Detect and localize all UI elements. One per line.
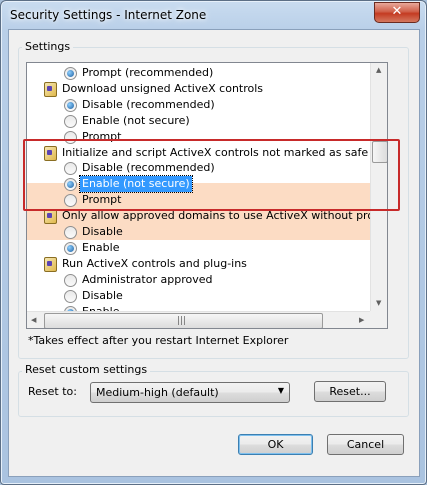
setting-category: Download unsigned ActiveX controls <box>27 81 370 97</box>
setting-option[interactable]: Prompt (recommended) <box>27 65 370 81</box>
setting-category-label: Run ActiveX controls and plug-ins <box>62 256 247 270</box>
cancel-button-label: Cancel <box>346 438 385 451</box>
setting-option[interactable]: Administrator approved <box>27 272 370 288</box>
restart-note: *Takes effect after you restart Internet… <box>28 334 289 347</box>
reset-button-label: Reset... <box>329 385 371 398</box>
title-bar[interactable]: Security Settings - Internet Zone ✕ <box>1 1 426 29</box>
radio-button[interactable] <box>64 114 77 128</box>
reset-button[interactable]: Reset... <box>314 381 386 402</box>
ok-button[interactable]: OK <box>238 434 313 455</box>
scrollbar-corner <box>370 311 387 328</box>
setting-option-label: Enable <box>82 240 120 254</box>
setting-option-label: Disable (recommended) <box>82 97 215 111</box>
cancel-button[interactable]: Cancel <box>327 434 404 455</box>
setting-option-label: Prompt (recommended) <box>82 66 214 79</box>
window-title: Security Settings - Internet Zone <box>10 8 207 22</box>
radio-button[interactable] <box>64 226 77 239</box>
reset-group-label: Reset custom settings <box>22 363 151 376</box>
scroll-up-arrow-icon[interactable]: ▲ <box>376 66 381 74</box>
radio-button-checked[interactable] <box>64 241 77 255</box>
reset-to-label: Reset to: <box>28 385 77 398</box>
radio-button-checked[interactable] <box>64 67 77 80</box>
settings-group-label: Settings <box>22 40 74 53</box>
setting-option-label: Administrator approved <box>82 272 213 286</box>
setting-option-label: Enable (not secure) <box>82 113 190 127</box>
horizontal-scrollbar[interactable]: ◀ ||| ▶ <box>27 311 370 328</box>
scroll-down-arrow-icon[interactable]: ▼ <box>376 299 381 307</box>
radio-button[interactable] <box>64 273 77 287</box>
scroll-left-arrow-icon[interactable]: ◀ <box>31 316 36 324</box>
scroll-grip-icon: ||| <box>177 316 187 326</box>
callout-highlight-box <box>23 139 400 211</box>
scroll-right-arrow-icon[interactable]: ▶ <box>359 316 364 324</box>
setting-option-label: Disable <box>82 288 123 302</box>
chevron-down-icon: ▼ <box>277 386 284 395</box>
reset-level-value: Medium-high (default) <box>96 386 219 399</box>
setting-category-label: Download unsigned ActiveX controls <box>62 81 264 95</box>
activex-setting-icon <box>44 81 57 97</box>
setting-category: Run ActiveX controls and plug-ins <box>27 256 370 272</box>
ok-button-label: OK <box>267 438 284 451</box>
activex-setting-icon <box>44 256 57 272</box>
setting-option-label: Disable <box>82 225 123 238</box>
reset-level-select[interactable]: Medium-high (default) ▼ <box>90 382 290 403</box>
setting-option[interactable]: Disable (recommended) <box>27 97 370 113</box>
setting-option[interactable]: Enable (not secure) <box>27 113 370 129</box>
setting-option[interactable]: Disable <box>27 288 370 304</box>
close-button[interactable]: ✕ <box>374 2 420 23</box>
setting-option[interactable]: Enable <box>27 240 370 256</box>
setting-option[interactable]: Disable <box>27 224 370 240</box>
radio-button-checked[interactable] <box>64 98 77 112</box>
activex-setting-icon <box>44 209 57 225</box>
radio-button[interactable] <box>64 289 77 303</box>
close-icon: ✕ <box>391 4 403 19</box>
horizontal-scroll-thumb[interactable]: ||| <box>44 313 323 328</box>
